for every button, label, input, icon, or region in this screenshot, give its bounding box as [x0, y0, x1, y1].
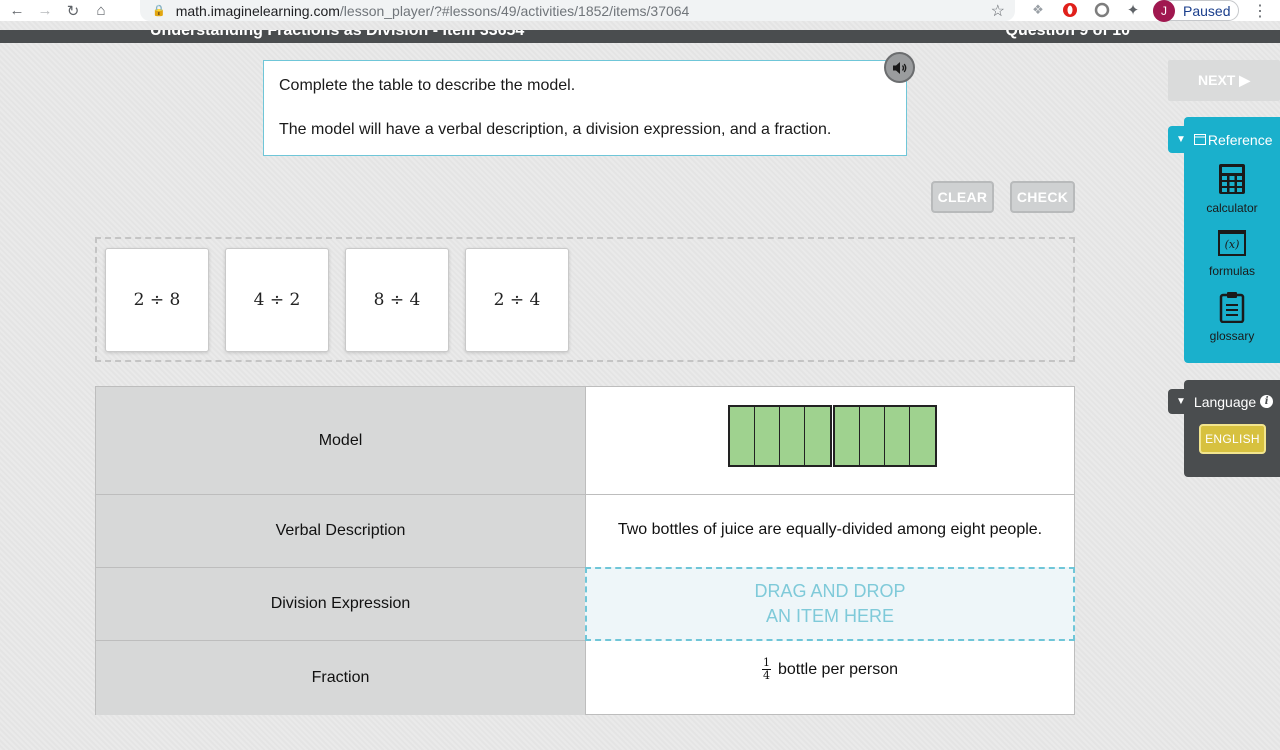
- lesson-header: Understanding Fractions as Division - It…: [0, 30, 1280, 43]
- fraction-value: 1 4 bottle per person: [586, 657, 1074, 682]
- extensions-puzzle-icon[interactable]: ✦: [1125, 2, 1141, 19]
- drop-zone[interactable]: DRAG AND DROP AN ITEM HERE: [585, 567, 1075, 641]
- table-row-verbal: Verbal Description Two bottles of juice …: [96, 495, 1074, 568]
- audio-speaker-button[interactable]: [884, 52, 915, 83]
- verbal-description: Two bottles of juice are equally-divided…: [617, 521, 1043, 538]
- more-menu-icon[interactable]: ⋮: [1252, 1, 1268, 21]
- row-label-fraction: Fraction: [96, 641, 586, 715]
- check-button[interactable]: CHECK: [1010, 181, 1075, 213]
- opera-extension-icon[interactable]: [1062, 2, 1078, 18]
- row-label-verbal: Verbal Description: [96, 495, 586, 567]
- bar-segment: [805, 407, 830, 465]
- bar-segment: [730, 407, 755, 465]
- info-icon[interactable]: i: [1260, 395, 1274, 408]
- verbal-cell: Two bottles of juice are equally-divided…: [586, 495, 1074, 567]
- drag-tile-1[interactable]: 2 ÷ 8: [105, 248, 209, 352]
- collapse-triangle-icon: ▼: [1176, 134, 1186, 145]
- back-arrow-icon[interactable]: ←: [6, 0, 28, 21]
- table-row-model: Model: [96, 387, 1074, 495]
- table-row-fraction: Fraction 1 4 bottle per person: [96, 641, 1074, 715]
- next-button[interactable]: NEXT ▶: [1168, 60, 1280, 101]
- formulas-glyph: (x): [1218, 230, 1246, 256]
- fraction: 1 4: [761, 657, 771, 682]
- reference-book-icon: [1193, 134, 1206, 145]
- calculator-icon: [1218, 163, 1246, 195]
- fraction-denominator: 4: [762, 669, 770, 682]
- dropbox-extension-icon[interactable]: ❖: [1030, 2, 1046, 18]
- bar-segment: [780, 407, 805, 465]
- clear-button[interactable]: CLEAR: [931, 181, 994, 213]
- drag-item-bank: 2 ÷ 8 4 ÷ 2 8 ÷ 4 2 ÷ 4: [95, 237, 1075, 362]
- instructions-box: Complete the table to describe the model…: [263, 60, 907, 156]
- formulas-label: formulas: [1208, 264, 1255, 278]
- formulas-icon: (x): [1218, 230, 1246, 256]
- forward-arrow-icon[interactable]: →: [34, 0, 56, 21]
- speaker-icon: [892, 61, 906, 74]
- english-language-button[interactable]: ENGLISH: [1199, 424, 1266, 454]
- reference-label: Reference: [1207, 131, 1273, 148]
- collapse-triangle-icon: ▼: [1176, 396, 1186, 407]
- reload-icon[interactable]: ↻: [62, 0, 84, 21]
- bar-segment: [835, 407, 860, 465]
- calculator-tool[interactable]: calculator: [1184, 163, 1280, 215]
- language-label: Language: [1193, 393, 1257, 410]
- lesson-title: Understanding Fractions as Division - It…: [150, 30, 525, 39]
- bookmark-star-icon[interactable]: ☆: [991, 1, 1005, 21]
- drop-zone-line-2: AN ITEM HERE: [765, 606, 894, 626]
- question-counter: Question 9 of 10: [1005, 30, 1130, 39]
- row-label-division: Division Expression: [96, 568, 586, 640]
- glossary-icon: [1218, 291, 1246, 324]
- circle-extension-icon[interactable]: [1094, 2, 1110, 18]
- glossary-label: glossary: [1209, 329, 1255, 343]
- instruction-line-1: Complete the table to describe the model…: [279, 77, 576, 94]
- drag-tile-3[interactable]: 8 ÷ 4: [345, 248, 449, 352]
- bar-segment: [755, 407, 780, 465]
- table-row-division: Division Expression DRAG AND DROP AN ITE…: [96, 567, 1075, 641]
- drag-tile-4[interactable]: 2 ÷ 4: [465, 248, 569, 352]
- bar-segment: [860, 407, 885, 465]
- fraction-bar-2: [833, 405, 937, 467]
- address-bar[interactable]: 🔒 math.imaginelearning.com/lesson_player…: [140, 0, 1015, 21]
- url-host: math.imaginelearning.com: [175, 2, 340, 19]
- url-path: /lesson_player/?#lessons/49/activities/1…: [339, 2, 690, 19]
- lock-icon: 🔒: [152, 5, 166, 17]
- profile-button[interactable]: J Paused: [1153, 0, 1239, 22]
- instruction-line-2: The model will have a verbal description…: [279, 121, 832, 138]
- drop-zone-line-1: DRAG AND DROP: [754, 581, 906, 601]
- model-table: Model Verbal Description Two bottles of …: [95, 386, 1075, 715]
- drag-tile-2[interactable]: 4 ÷ 2: [225, 248, 329, 352]
- fraction-cell: 1 4 bottle per person: [586, 641, 1074, 715]
- bar-segment: [885, 407, 910, 465]
- row-label-model: Model: [96, 387, 586, 494]
- home-icon[interactable]: ⌂: [90, 0, 112, 21]
- reference-toggle[interactable]: ▼ Reference: [1168, 126, 1280, 153]
- browser-toolbar: ← → ↻ ⌂ 🔒 math.imaginelearning.com/lesso…: [0, 0, 1280, 22]
- formulas-tool[interactable]: (x) formulas: [1184, 230, 1280, 278]
- avatar: J: [1153, 0, 1175, 22]
- model-cell: [586, 387, 1074, 494]
- fraction-bar-1: [728, 405, 832, 467]
- bar-segment: [910, 407, 935, 465]
- division-cell: DRAG AND DROP AN ITEM HERE: [585, 567, 1075, 641]
- glossary-tool[interactable]: glossary: [1184, 291, 1280, 343]
- language-toggle[interactable]: ▼ Language i: [1168, 389, 1280, 414]
- calculator-label: calculator: [1206, 201, 1258, 215]
- fraction-unit: bottle per person: [777, 660, 899, 678]
- profile-status: Paused: [1183, 2, 1231, 19]
